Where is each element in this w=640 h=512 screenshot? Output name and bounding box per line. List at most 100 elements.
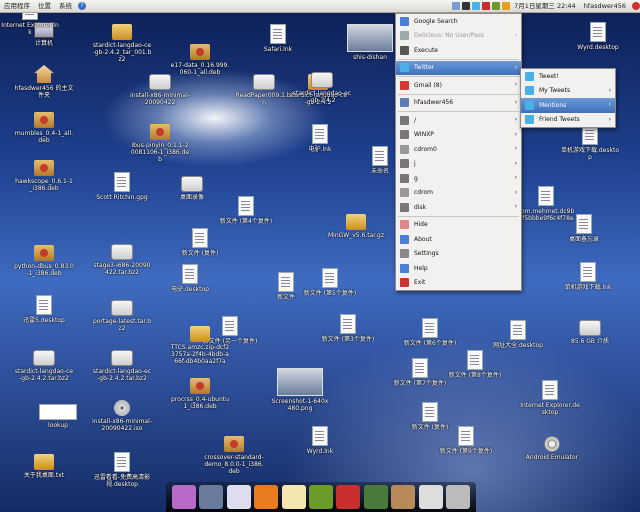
- desktop-icon[interactable]: install-x86-minimal-20090422: [130, 74, 190, 106]
- hawkscope-menu-item[interactable]: / ›: [396, 113, 521, 128]
- twitter-menu-item[interactable]: Mentions ›: [521, 98, 615, 113]
- text-editor-icon[interactable]: [281, 485, 306, 509]
- hawkscope-menu-item[interactable]: Execute: [396, 43, 521, 58]
- desktop-icon[interactable]: e17-data_0.16.999.060-1_all.deb: [170, 44, 230, 76]
- hawkscope-menu-item[interactable]: cdrom ›: [396, 186, 521, 201]
- desktop-icon[interactable]: stardict-langdao-ec-gb-2.4.2.tar.bz2: [92, 350, 152, 382]
- settings-app-icon[interactable]: [171, 485, 196, 509]
- hawkscope-menu-item[interactable]: cdrom0 ›: [396, 142, 521, 157]
- hawkscope-menu-item[interactable]: Gmail (8) ›: [396, 78, 521, 93]
- menu-places[interactable]: 位置: [34, 0, 55, 12]
- hawkscope-menu-item[interactable]: Hide: [396, 218, 521, 233]
- gmail-tray-icon[interactable]: [482, 2, 491, 10]
- desktop-icon[interactable]: 新文件 (第5个复件): [300, 268, 360, 297]
- hawkscope-menu-item[interactable]: Help: [396, 261, 521, 276]
- desktop-icon[interactable]: portage-latest.tar.bz2: [92, 300, 152, 332]
- desktop-icon[interactable]: install-x86-minimal-20090422.iso: [92, 400, 152, 432]
- desktop-icon[interactable]: stardict-langdao-ce-gb-2.4.2.tar.bz2: [14, 350, 74, 382]
- desktop-icon-label: stardict-langdao-ce-gb-2.4.2_tar_001.bz2: [92, 42, 152, 63]
- hawkscope-menu-item[interactable]: Twitter ›: [396, 60, 521, 75]
- hawkscope-menu-item[interactable]: WINXP ›: [396, 128, 521, 143]
- hawkscope-menu-item-label: About: [414, 235, 432, 243]
- hawkscope-menu-item[interactable]: Google Search: [396, 14, 521, 29]
- hawkscope-menu-item[interactable]: Exit: [396, 276, 521, 291]
- hawkscope-menu-item-label: Hide: [414, 221, 428, 229]
- volume-icon[interactable]: [502, 2, 511, 10]
- user-switcher[interactable]: hfasdwer456: [580, 0, 630, 12]
- archive-icon: [111, 300, 133, 316]
- desktop-icon[interactable]: python-dbus_0.83.0-1_i386.deb: [14, 245, 74, 277]
- desktop-icon[interactable]: 迅雷5.desktop: [14, 295, 74, 324]
- desktop-icon[interactable]: Safari.lnk: [248, 24, 308, 53]
- desktop-icon[interactable]: Android Emulator: [522, 436, 582, 461]
- hawkscope-menu-item[interactable]: Delicious: No User/Pass ›: [396, 29, 521, 44]
- clock-icon[interactable]: [418, 485, 443, 509]
- power-icon[interactable]: [632, 2, 640, 10]
- desktop-icon[interactable]: 新文件 (第4个复件): [216, 196, 276, 225]
- package-icon[interactable]: [391, 485, 416, 509]
- menu-system[interactable]: 系统: [55, 0, 76, 12]
- terminal-icon[interactable]: [308, 485, 333, 509]
- hawkscope-menu-item[interactable]: j ›: [396, 157, 521, 172]
- desktop-icon[interactable]: 单机游戏下载.lnk: [558, 262, 618, 291]
- hawkscope-tray-icon[interactable]: [472, 2, 481, 10]
- trash-icon[interactable]: [446, 485, 471, 509]
- presentation-icon[interactable]: [336, 485, 361, 509]
- desktop-icon[interactable]: 电驴.desktop: [160, 264, 220, 293]
- desktop-icon[interactable]: crossover-standard-demo_8.0.0-1_i386.deb: [204, 436, 264, 475]
- clock[interactable]: 7月1日星期三 22:44: [510, 0, 580, 12]
- desktop-icon-label: stardict-langdao-ce-gb-2.4.2.tar.bz2: [14, 368, 74, 382]
- desktop-icon[interactable]: 新文件 (复件): [170, 228, 230, 257]
- desktop-icon[interactable]: Screenshot-1-640x480.png: [270, 368, 330, 412]
- desktop-icon[interactable]: Scott Ritchin.gpg: [92, 172, 152, 201]
- desktop-icon[interactable]: 新文件 (第8个复件): [445, 350, 505, 379]
- desktop-icon[interactable]: procrss_0.4-ubuntu1_i386.deb: [170, 378, 230, 410]
- desktop-icon[interactable]: 关于我桌面.txt: [14, 454, 74, 479]
- twitter-menu-item[interactable]: Tweet!: [521, 69, 615, 84]
- desktop-icon[interactable]: ReadPaper009.1.bin: [234, 74, 294, 106]
- desktop-icon[interactable]: Wyrd.lnk: [290, 426, 350, 455]
- desktop-icon[interactable]: 桌面录像: [162, 176, 222, 201]
- desktop-icon[interactable]: stardict-langdao-ce-gb-2.4.2_tar_001.bz2: [92, 24, 152, 63]
- twitter-menu-item[interactable]: My Tweets ›: [521, 84, 615, 99]
- menu-applications[interactable]: 应用程序: [0, 0, 34, 12]
- desktop-icon[interactable]: stage3-i686-20090422.tar.bz2: [92, 244, 152, 276]
- hawkscope-menu-item[interactable]: Settings: [396, 247, 521, 262]
- hawkscope-menu-item[interactable]: About: [396, 232, 521, 247]
- desktop-icon[interactable]: 新文件 (第3个复件): [318, 314, 378, 343]
- mail-icon[interactable]: [226, 485, 251, 509]
- desktop-icon[interactable]: 迅雷看看-免费高清影视.desktop: [92, 452, 152, 488]
- desktop-icon[interactable]: 新文件 (第6个复件): [400, 318, 460, 347]
- mumbles-tray-icon[interactable]: [462, 2, 471, 10]
- book-icon[interactable]: [363, 485, 388, 509]
- pidgin-icon[interactable]: [199, 485, 224, 509]
- help-icon[interactable]: ?: [78, 2, 86, 10]
- hawkscope-menu-item[interactable]: g ›: [396, 171, 521, 186]
- firefox-icon[interactable]: [254, 485, 279, 509]
- network-tray-icon[interactable]: [492, 2, 501, 10]
- desktop-icon[interactable]: 单机游戏下载.desktop: [560, 125, 620, 161]
- desktop-icon[interactable]: MinGW_v5.6.tar.gz: [326, 214, 386, 239]
- workspace-icon[interactable]: [452, 2, 461, 10]
- desktop-icon[interactable]: Wyrd.desktop: [568, 22, 628, 51]
- disc-icon: [114, 400, 130, 416]
- hawkscope-menu-item-label: Help: [414, 264, 428, 272]
- desktop-icon[interactable]: stardict-langdao-ec-gb-2.4.2: [292, 72, 352, 104]
- desktop-icon[interactable]: 网址大全.desktop: [488, 320, 548, 349]
- desktop-icon[interactable]: shis-dishan: [340, 24, 400, 61]
- desktop-icon[interactable]: hfasdwer456 的主文件夹: [14, 65, 74, 99]
- desktop-icon[interactable]: 新文件 (第9个复件): [436, 426, 496, 455]
- hawkscope-menu-item[interactable]: hfasdwer456 ›: [396, 96, 521, 111]
- twitter-menu-item[interactable]: Friend Tweets ›: [521, 113, 615, 128]
- desktop-icon[interactable]: mumbles_0.4-1_all.deb: [14, 112, 74, 144]
- desktop-icon[interactable]: TTCS.amzc.zip-dcf23757a-2f4b-4bdb-a66f-d…: [170, 326, 230, 365]
- desktop-icon[interactable]: 新文件 (第7个复件): [390, 358, 450, 387]
- hawkscope-menu-item[interactable]: disk ›: [396, 200, 521, 215]
- desktop-icon[interactable]: 85.6 GB 介质: [560, 320, 620, 345]
- desktop-icon[interactable]: ibus-pinyin_0.1.1-20081106-1_i386.deb: [130, 124, 190, 163]
- desktop-icon[interactable]: hawkscope_0.6.1-1_i386.deb: [14, 160, 74, 192]
- desktop-icon[interactable]: Internet Explorer.desktop: [520, 380, 580, 416]
- desktop-icon[interactable]: lookup: [28, 404, 88, 429]
- desktop-icon[interactable]: 桌面备忘录: [554, 214, 614, 243]
- desktop-icon[interactable]: 电驴.lnk: [290, 124, 350, 153]
